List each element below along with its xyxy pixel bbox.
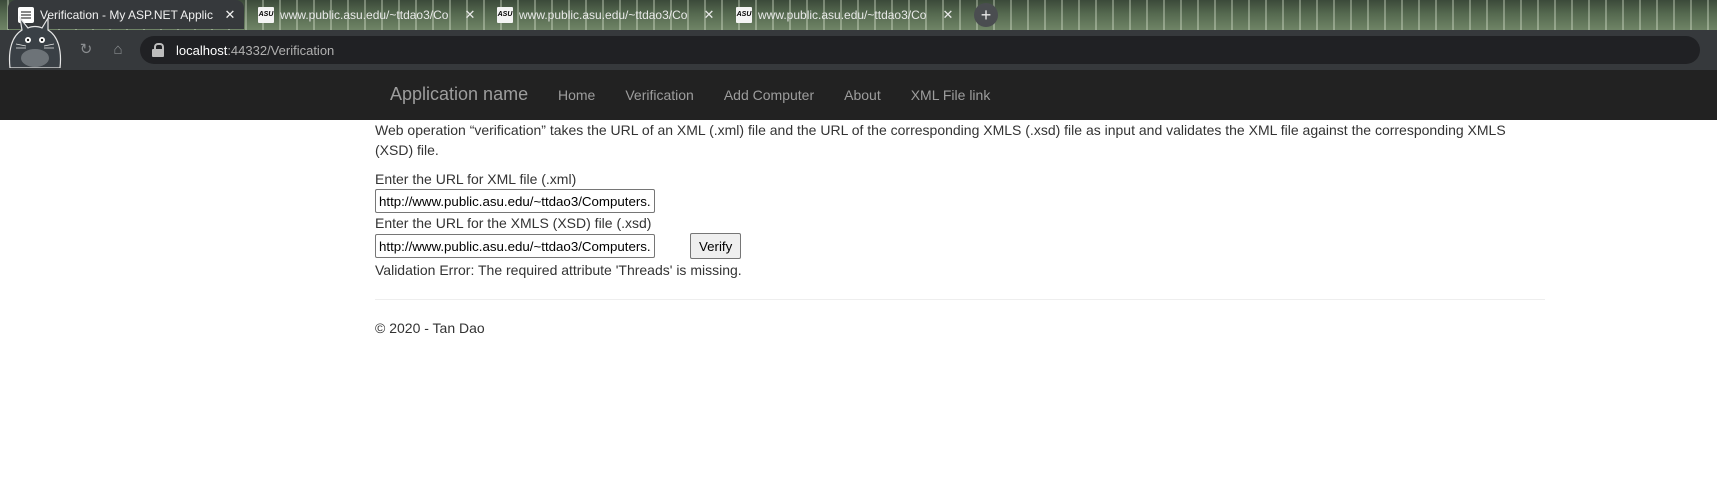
xsd-url-input[interactable] (375, 234, 655, 258)
nav-link-xml-file[interactable]: XML File link (896, 70, 1006, 120)
tab-title: www.public.asu.edu/~ttdao3/Co (280, 7, 449, 22)
browser-tab-strip: Verification - My ASP.NET Applic ✕ ASU w… (0, 0, 1717, 30)
xsd-url-label: Enter the URL for the XMLS (XSD) file (.… (375, 215, 652, 231)
validation-result: Validation Error: The required attribute… (375, 262, 742, 278)
close-icon[interactable]: ✕ (940, 7, 956, 23)
asu-logo-icon: ASU (497, 6, 513, 23)
browser-tab-asu-1[interactable]: ASU www.public.asu.edu/~ttdao3/Co ✕ (248, 0, 484, 29)
brand-link[interactable]: Application name (390, 84, 528, 105)
close-icon[interactable]: ✕ (462, 7, 478, 23)
xml-url-label: Enter the URL for XML file (.xml) (375, 171, 577, 187)
xsd-input-row: Verify (375, 233, 1545, 259)
verify-button[interactable]: Verify (690, 233, 742, 259)
home-icon[interactable]: ⌂ (108, 40, 128, 60)
browser-tab-asu-3[interactable]: ASU www.public.asu.edu/~ttdao3/Co ✕ (726, 0, 962, 29)
nav-link-add-computer[interactable]: Add Computer (709, 70, 829, 120)
nav-link-home[interactable]: Home (543, 70, 610, 120)
browser-tab-asu-2[interactable]: ASU www.public.asu.edu/~ttdao3/Co ✕ (487, 0, 723, 29)
nav-links: Home Verification Add Computer About XML… (543, 70, 1005, 120)
nav-link-verification[interactable]: Verification (610, 70, 708, 120)
close-icon[interactable]: ✕ (222, 7, 238, 23)
xml-url-input[interactable] (375, 189, 655, 213)
browser-toolbar: ← ↻ ⌂ localhost :44332/Verification (0, 30, 1717, 70)
tab-title: www.public.asu.edu/~ttdao3/Co (758, 7, 927, 22)
asu-logo-icon: ASU (258, 6, 274, 23)
description-text: Web operation “verification” takes the U… (375, 122, 1506, 158)
close-icon[interactable]: ✕ (701, 7, 717, 23)
tab-title: www.public.asu.edu/~ttdao3/Co (519, 7, 688, 22)
asu-logo-icon: ASU (736, 6, 752, 23)
main-content: Web operation “verification” takes the U… (375, 120, 1545, 336)
url-host: localhost (176, 42, 228, 58)
address-bar[interactable]: localhost :44332/Verification (140, 36, 1700, 64)
footer-text: © 2020 - Tan Dao (375, 320, 485, 336)
site-navbar: Application name Home Verification Add C… (0, 70, 1717, 120)
lock-icon (152, 43, 164, 57)
new-tab-button[interactable]: + (974, 3, 998, 27)
totoro-icon (8, 15, 62, 68)
url-path: :44332/Verification (227, 42, 335, 58)
divider (375, 299, 1545, 300)
nav-link-about[interactable]: About (829, 70, 896, 120)
reload-icon[interactable]: ↻ (76, 40, 96, 60)
